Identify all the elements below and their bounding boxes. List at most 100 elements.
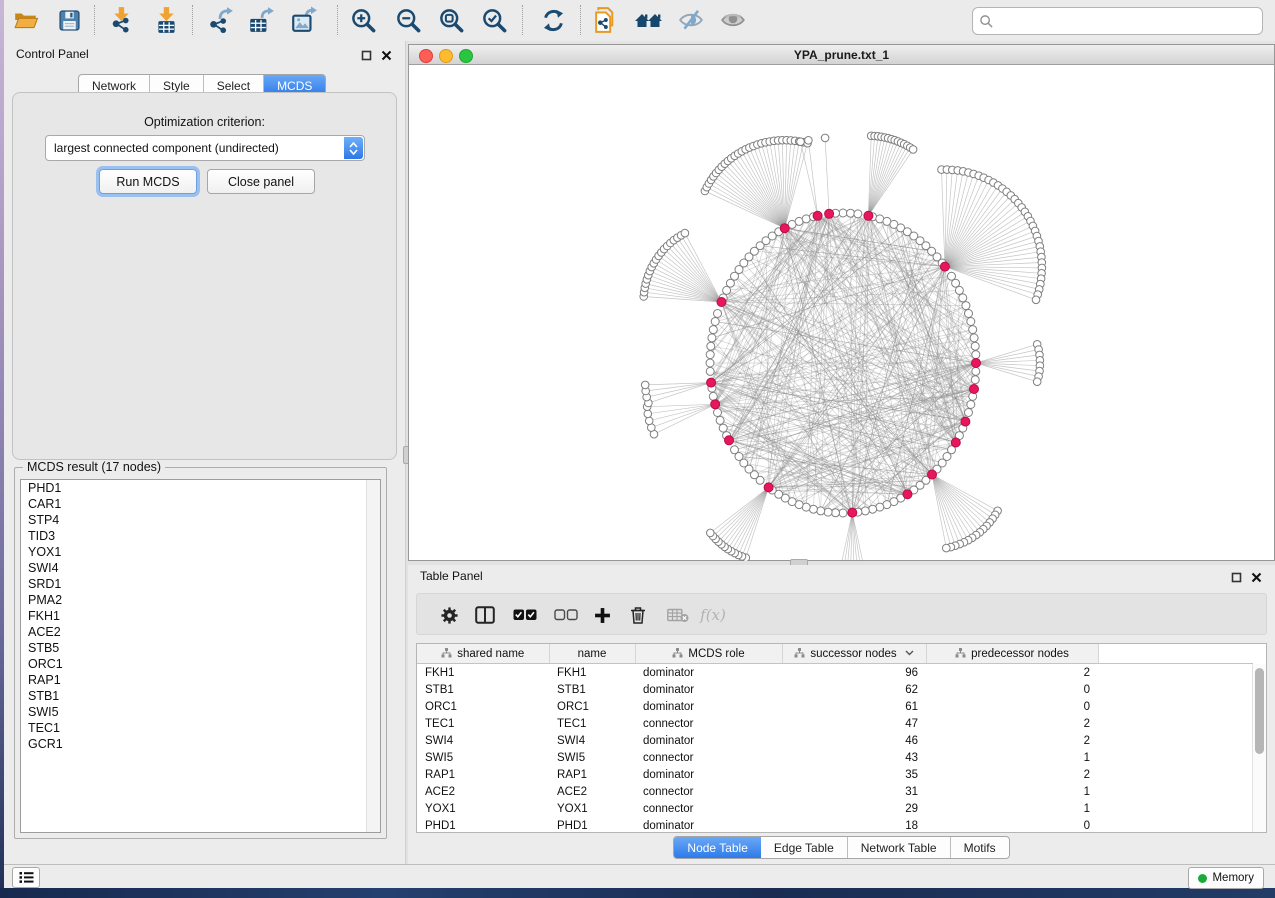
table-cell[interactable]: 2 — [926, 664, 1098, 682]
table-cell[interactable]: dominator — [635, 766, 782, 783]
table-cell[interactable]: 96 — [782, 664, 926, 682]
col-header-shared-name[interactable]: shared name — [417, 644, 549, 664]
table-cell[interactable]: connector — [635, 715, 782, 732]
mcds-result-item[interactable]: GCR1 — [21, 736, 380, 752]
table-cell[interactable]: YOX1 — [549, 800, 635, 817]
mcds-result-item[interactable]: ACE2 — [21, 624, 380, 640]
table-cell[interactable]: 2 — [926, 715, 1098, 732]
table-cell[interactable]: connector — [635, 800, 782, 817]
save-session-button[interactable] — [52, 3, 86, 37]
tab-motifs[interactable]: Motifs — [951, 837, 1009, 858]
close-panel-icon[interactable] — [1251, 570, 1263, 582]
tab-node-table[interactable]: Node Table — [674, 837, 761, 858]
table-row[interactable]: RAP1RAP1dominator352 — [417, 766, 1253, 783]
tab-network-table[interactable]: Network Table — [848, 837, 951, 858]
zoom-selected-button[interactable] — [477, 3, 511, 37]
mcds-result-item[interactable]: FKH1 — [21, 608, 380, 624]
table-cell[interactable]: 46 — [782, 732, 926, 749]
table-cell[interactable]: ACE2 — [549, 783, 635, 800]
add-column-button[interactable] — [586, 599, 618, 631]
memory-button[interactable]: Memory — [1188, 867, 1264, 889]
delete-column-button[interactable] — [622, 599, 654, 631]
optimization-criterion-select[interactable]: largest connected component (undirected) — [45, 135, 365, 161]
table-cell[interactable]: 47 — [782, 715, 926, 732]
table-cell[interactable]: TEC1 — [417, 715, 549, 732]
deselect-all-rows-button[interactable] — [550, 599, 582, 631]
refresh-view-button[interactable] — [536, 3, 570, 37]
table-cell[interactable]: PHD1 — [549, 817, 635, 833]
table-cell[interactable]: 1 — [926, 783, 1098, 800]
table-row[interactable]: YOX1YOX1connector291 — [417, 800, 1253, 817]
close-panel-icon[interactable] — [381, 48, 393, 60]
col-header-successor-nodes[interactable]: successor nodes — [782, 644, 926, 664]
mcds-result-item[interactable]: SWI4 — [21, 560, 380, 576]
table-cell[interactable]: ORC1 — [549, 698, 635, 715]
table-cell[interactable]: 61 — [782, 698, 926, 715]
mcds-result-item[interactable]: YOX1 — [21, 544, 380, 560]
network-search-button[interactable] — [632, 3, 666, 37]
mcds-result-item[interactable]: RAP1 — [21, 672, 380, 688]
table-cell[interactable]: SWI4 — [417, 732, 549, 749]
table-cell[interactable]: 2 — [926, 732, 1098, 749]
mcds-result-item[interactable]: CAR1 — [21, 496, 380, 512]
table-cell[interactable]: SWI4 — [549, 732, 635, 749]
table-cell[interactable]: 29 — [782, 800, 926, 817]
zoom-fit-button[interactable] — [434, 3, 468, 37]
table-cell[interactable]: 62 — [782, 681, 926, 698]
table-cell[interactable]: RAP1 — [417, 766, 549, 783]
mcds-result-item[interactable]: TEC1 — [21, 720, 380, 736]
table-cell[interactable]: 1 — [926, 800, 1098, 817]
table-cell[interactable]: dominator — [635, 817, 782, 833]
mcds-result-item[interactable]: PMA2 — [21, 592, 380, 608]
table-row[interactable]: TEC1TEC1connector472 — [417, 715, 1253, 732]
tab-edge-table[interactable]: Edge Table — [761, 837, 848, 858]
table-scrollbar[interactable] — [1252, 664, 1266, 832]
search-input[interactable] — [994, 10, 1262, 32]
table-cell[interactable]: dominator — [635, 698, 782, 715]
table-cell[interactable]: SWI5 — [549, 749, 635, 766]
table-cell[interactable]: STB1 — [549, 681, 635, 698]
table-row[interactable]: FKH1FKH1dominator962 — [417, 664, 1253, 682]
mcds-result-item[interactable]: PHD1 — [21, 480, 380, 496]
table-cell[interactable]: dominator — [635, 681, 782, 698]
list-scrollbar[interactable] — [366, 480, 380, 832]
open-file-button[interactable] — [9, 3, 43, 37]
table-cell[interactable]: dominator — [635, 664, 782, 682]
table-cell[interactable]: RAP1 — [549, 766, 635, 783]
table-cell[interactable]: 0 — [926, 681, 1098, 698]
zoom-out-button[interactable] — [391, 3, 425, 37]
mcds-result-item[interactable]: STB1 — [21, 688, 380, 704]
export-network-button[interactable] — [203, 3, 237, 37]
hide-details-button[interactable] — [674, 3, 708, 37]
table-settings-button[interactable] — [433, 599, 465, 631]
table-cell[interactable]: 1 — [926, 749, 1098, 766]
select-all-rows-button[interactable] — [509, 599, 541, 631]
show-columns-button[interactable] — [469, 599, 501, 631]
mcds-result-item[interactable]: SRD1 — [21, 576, 380, 592]
run-mcds-button[interactable]: Run MCDS — [99, 169, 197, 194]
table-cell[interactable]: FKH1 — [549, 664, 635, 682]
float-panel-icon[interactable] — [1231, 570, 1243, 582]
table-cell[interactable]: connector — [635, 783, 782, 800]
zoom-in-button[interactable] — [346, 3, 380, 37]
network-frame-titlebar[interactable]: YPA_prune.txt_1 — [409, 45, 1274, 65]
table-row[interactable]: ORC1ORC1dominator610 — [417, 698, 1253, 715]
import-network-button[interactable] — [105, 3, 139, 37]
table-cell[interactable]: 43 — [782, 749, 926, 766]
table-cell[interactable]: 18 — [782, 817, 926, 833]
mcds-result-item[interactable]: ORC1 — [21, 656, 380, 672]
col-header-name[interactable]: name — [549, 644, 635, 664]
table-cell[interactable]: STB1 — [417, 681, 549, 698]
table-row[interactable]: STB1STB1dominator620 — [417, 681, 1253, 698]
table-cell[interactable]: 0 — [926, 817, 1098, 833]
table-row[interactable]: PHD1PHD1dominator180 — [417, 817, 1253, 833]
table-cell[interactable]: 0 — [926, 698, 1098, 715]
mcds-result-item[interactable]: STB5 — [21, 640, 380, 656]
share-document-button[interactable] — [591, 3, 625, 37]
table-cell[interactable]: PHD1 — [417, 817, 549, 833]
mcds-result-item[interactable]: SWI5 — [21, 704, 380, 720]
table-cell[interactable]: ACE2 — [417, 783, 549, 800]
export-image-button[interactable] — [287, 3, 321, 37]
network-canvas[interactable] — [409, 65, 1275, 562]
table-cell[interactable]: TEC1 — [549, 715, 635, 732]
